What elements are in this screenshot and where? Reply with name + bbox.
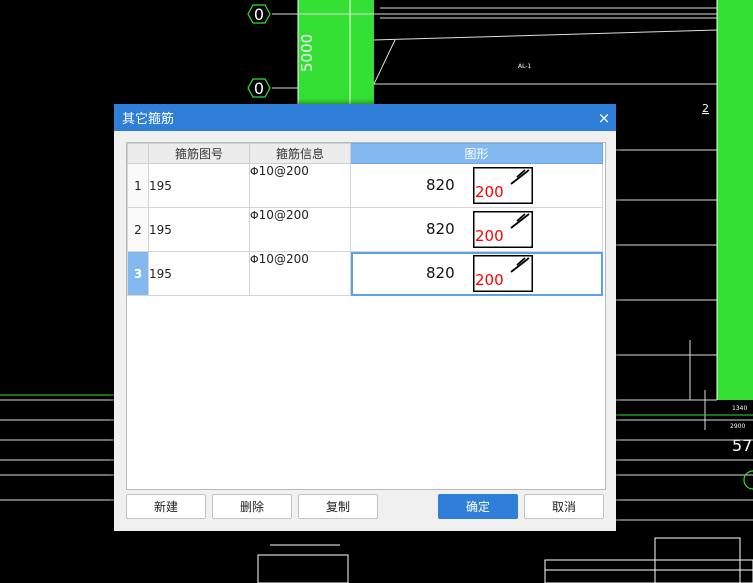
rebar-grade-icon: Φ (250, 253, 259, 266)
column-header-stirrup-info[interactable]: 箍筋信息 (249, 143, 351, 164)
rebar-grade-icon: Φ (250, 165, 259, 178)
stirrup-length: 820 (426, 264, 455, 282)
ok-button[interactable]: 确定 (438, 494, 518, 519)
dim-1340: 1340 (732, 405, 747, 412)
column-header-shape[interactable]: 图形 (350, 143, 603, 164)
stirrup-shape-cell[interactable]: 820 200 (350, 207, 603, 252)
row-number[interactable]: 1 (127, 163, 149, 208)
stirrup-code-cell[interactable]: 195 (148, 163, 250, 208)
stirrup-width-label: 200 (475, 271, 504, 289)
axis-marker-0-top: 0 (247, 4, 271, 24)
label-al: AL-1 (518, 63, 532, 70)
dim-2900: 2900 (730, 423, 745, 430)
copy-button[interactable]: 复制 (298, 494, 378, 519)
stirrup-spec: 10@200 (258, 208, 309, 222)
stirrup-info-cell[interactable]: Φ10@200 (249, 251, 351, 296)
stirrup-info-cell[interactable]: Φ10@200 (249, 207, 351, 252)
dialog-titlebar[interactable]: 其它箍筋 × (114, 104, 616, 131)
table-row[interactable]: 3 195 Φ10@200 820 200 (127, 251, 603, 296)
stirrup-code-cell[interactable]: 195 (148, 251, 250, 296)
table-row[interactable]: 2 195 Φ10@200 820 200 (127, 207, 603, 252)
stirrup-length: 820 (426, 176, 455, 194)
stirrup-shape-cell[interactable]: 820 200 (350, 251, 603, 296)
stirrup-code-cell[interactable]: 195 (148, 207, 250, 252)
stirrup-shape-icon: 200 (473, 255, 533, 292)
stirrup-grid[interactable]: 箍筋图号 箍筋信息 图形 1 195 Φ10@200 820 200 2 195 Φ10@20… (126, 142, 606, 490)
label-57: 57 (732, 436, 752, 455)
row-number[interactable]: 2 (127, 207, 149, 252)
svg-text:0: 0 (254, 79, 264, 98)
axis-circle-partial (743, 470, 753, 490)
dimension-5000: 5000 (298, 34, 316, 72)
section-detail-bottom (257, 537, 753, 583)
stirrup-length: 820 (426, 220, 455, 238)
stirrup-width-label: 200 (475, 227, 504, 245)
close-icon[interactable]: × (592, 104, 616, 131)
stirrup-shape-icon: 200 (473, 167, 533, 204)
stirrup-spec: 10@200 (258, 164, 309, 178)
cancel-button[interactable]: 取消 (524, 494, 604, 519)
svg-text:0: 0 (254, 5, 264, 24)
row-number[interactable]: 3 (127, 251, 149, 296)
stirrup-info-cell[interactable]: Φ10@200 (249, 163, 351, 208)
stirrup-width-label: 200 (475, 183, 504, 201)
stirrup-shape-cell[interactable]: 820 200 (350, 163, 603, 208)
green-column-right (717, 0, 753, 400)
table-row[interactable]: 1 195 Φ10@200 820 200 (127, 163, 603, 208)
label-right-2: 2 (702, 102, 709, 115)
new-button[interactable]: 新建 (126, 494, 206, 519)
dialog-title: 其它箍筋 (122, 112, 175, 127)
axis-marker-0-lower: 0 (247, 78, 271, 98)
stirrup-spec: 10@200 (258, 252, 309, 266)
row-number-header (127, 143, 149, 164)
stirrup-shape-icon: 200 (473, 211, 533, 248)
rebar-grade-icon: Φ (250, 209, 259, 222)
column-header-stirrup-code[interactable]: 箍筋图号 (148, 143, 250, 164)
delete-button[interactable]: 删除 (212, 494, 292, 519)
other-stirrups-dialog: 其它箍筋 × 箍筋图号 箍筋信息 图形 1 195 Φ10@200 820 200 2 19… (114, 104, 616, 531)
